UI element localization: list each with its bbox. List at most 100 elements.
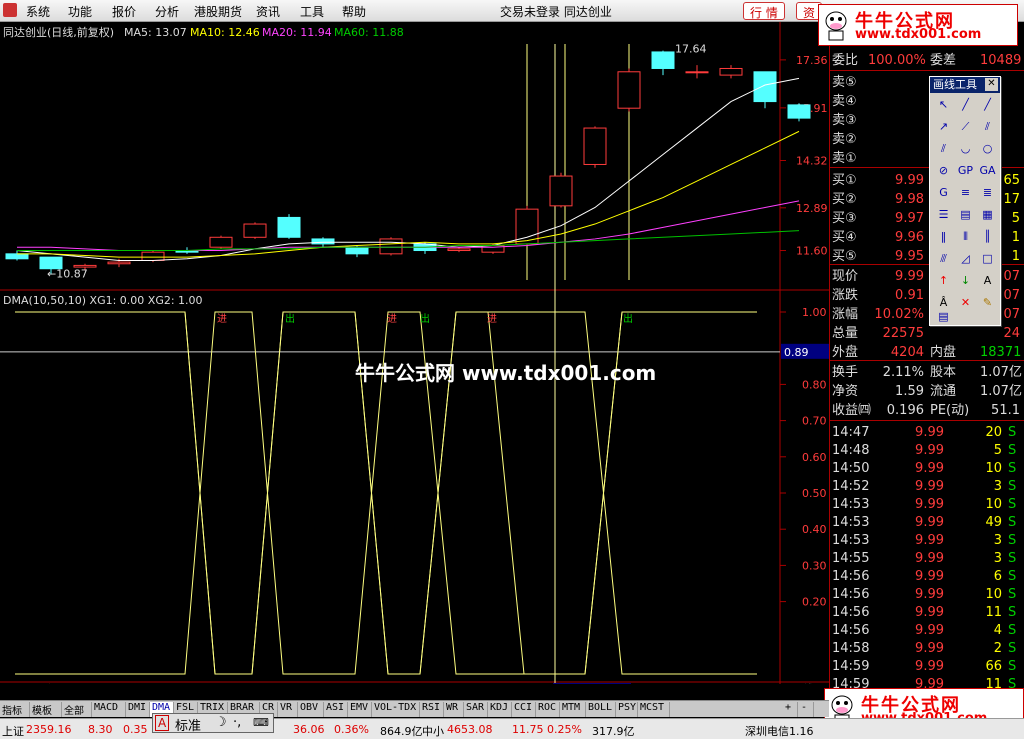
tick-time: 14:56 [832,623,870,638]
drawing-tools-header[interactable]: 画线工具 ✕ [930,77,1000,93]
indicator-tab-kdj[interactable]: KDJ [488,702,512,717]
indicator-tab-vol-tdx[interactable]: VOL-TDX [372,702,420,717]
indicator-tab-cci[interactable]: CCI [512,702,536,717]
indicator-tab-sar[interactable]: SAR [464,702,488,717]
indicator-tab-boll[interactable]: BOLL [586,702,616,717]
indicator-tab-macd[interactable]: MACD [92,702,126,717]
indicator-tab-mcst[interactable]: MCST [638,702,670,717]
gann-icon[interactable]: G [934,185,953,201]
list-icon[interactable]: ▤ [934,309,953,325]
panel-divider [830,360,1024,361]
candle-body [311,238,335,245]
indicator-tick-label: 0.20 [802,596,827,609]
tick-side: S [1008,443,1017,458]
indicator-tab-roc[interactable]: ROC [536,702,560,717]
menu-system[interactable]: 系统 [26,3,50,20]
moon-icon[interactable]: ☽ [215,715,227,730]
parallel-icon[interactable]: ⫽ [978,119,997,135]
zoom-in-button[interactable]: + [783,702,798,717]
indicator-tab-obv[interactable]: OBV [298,702,324,717]
standard-toolbar[interactable]: A 标准 ☽ ·, ⌨ [152,713,274,734]
ma10-label: MA10: 12.46 [190,26,260,39]
telecom-server[interactable]: 深圳电信1.16 [745,723,814,739]
arrow-line-icon[interactable]: ↗ [934,119,953,135]
buy-level-label: 买③ [832,211,857,226]
tick-volume: 11 [985,605,1002,620]
sh-index-label: 上证 [2,725,24,738]
info-label-2: 流通 [930,384,957,399]
erase-icon[interactable]: ✎ [978,295,997,311]
ga-icon[interactable]: GA [978,163,997,179]
info-label: 换手 [832,365,859,380]
indicator-tab-emv[interactable]: EMV [348,702,372,717]
menu-tools[interactable]: 工具 [300,3,324,20]
indicator-tab-wr[interactable]: WR [444,702,464,717]
info-right: 1.07亿 [980,384,1022,399]
up-arrow-icon[interactable]: ↑ [934,273,953,289]
menu-function[interactable]: 功能 [68,3,92,20]
candle-body [719,67,743,76]
period-lines-icon[interactable]: ║ [978,229,997,245]
wb-label: 委比 [832,53,859,68]
channel-icon[interactable]: ⫽ [934,141,953,157]
keyboard-icon[interactable]: ⌨ [253,716,269,729]
standard-label[interactable]: 标准 [175,715,201,734]
circle-icon[interactable]: ○ [978,141,997,157]
cycle-icon[interactable]: ⊘ [934,163,953,179]
menu-news[interactable]: 资讯 [256,3,280,20]
indicator-tab-asi[interactable]: ASI [324,702,348,717]
tick-time: 14:47 [832,425,870,440]
info-label-2: PE(动) [930,403,970,418]
tick-price: 9.99 [915,443,944,458]
window-title: 交易未登录 同达创业 [500,5,612,19]
menu-hk-futures[interactable]: 港股期货 [194,3,242,20]
menu-help[interactable]: 帮助 [342,3,366,20]
arc-icon[interactable]: ◡ [956,141,975,157]
text-icon[interactable]: A [978,273,997,289]
pointer-icon[interactable]: ↖ [934,97,953,113]
delete-icon[interactable]: ✕ [956,295,975,311]
tick-volume: 4 [993,623,1002,638]
indicator-tab-dmi[interactable]: DMI [126,702,150,717]
indicator-tab-全部[interactable]: 全部 [62,702,92,717]
fib-icon[interactable]: ≡ [956,185,975,201]
kline-chart-area[interactable]: 同达创业(日线,前复权) MA5: 13.07 MA10: 12.46 MA20: 1… [0,22,829,696]
gp-icon[interactable]: GP [956,163,975,179]
indicator-tab-指标[interactable]: 指标 [0,702,30,717]
info-right: 1.07亿 [980,365,1022,380]
zoom-out-button[interactable]: - [799,702,814,717]
menu-quote[interactable]: 报价 [112,3,136,20]
down-arrow-icon[interactable]: ↓ [956,273,975,289]
drawing-tools-window[interactable]: 画线工具 ✕ ↖ ╱ ╱ ↗ ⟋ ⫽ ⫽ ◡ ○ ⊘ GP GA G ≡ ≣ ☰ … [929,76,1001,326]
fan-lines-icon[interactable]: ▤ [956,207,975,223]
info-value: 1.59 [895,384,924,399]
fib-time-icon[interactable]: ⦀ [956,229,975,245]
ray-icon[interactable]: ╱ [978,97,997,113]
line-icon[interactable]: ╱ [956,97,975,113]
punct-icon[interactable]: ·, [233,715,241,730]
watermark-text: 牛牛公式网 www.tdx001.com [355,361,657,385]
indicator-tab-psy[interactable]: PSY [616,702,638,717]
signal-marker: 进 [487,313,497,325]
quote-button[interactable]: 行 情 [743,2,785,20]
font-a-icon[interactable]: A [155,715,170,731]
stats-lines-icon[interactable]: ▦ [978,207,997,223]
menu-analysis[interactable]: 分析 [155,3,179,20]
tick-time: 14:53 [832,497,870,512]
segment-icon[interactable]: ⟋ [956,119,975,135]
vlines-icon[interactable]: ‖ [934,229,953,245]
tick-volume: 2 [993,641,1002,656]
rectangle-icon[interactable]: □ [978,251,997,267]
indicator-tab-mtm[interactable]: MTM [560,702,586,717]
indicator-tab-rsi[interactable]: RSI [420,702,444,717]
kline-svg[interactable]: 同达创业(日线,前复权) MA5: 13.07 MA10: 12.46 MA20: 1… [0,22,829,696]
percent-icon[interactable]: ≣ [978,185,997,201]
close-icon[interactable]: ✕ [985,78,998,91]
hlines-icon[interactable]: ☰ [934,207,953,223]
stat-label: 现价 [832,269,859,284]
regression-icon[interactable]: ⫻ [934,251,953,267]
indicator-tab-vr[interactable]: VR [278,702,298,717]
ma5-label: MA5: 13.07 [124,26,187,39]
indicator-tab-模板[interactable]: 模板 [30,702,62,717]
speed-fan-icon[interactable]: ◿ [956,251,975,267]
